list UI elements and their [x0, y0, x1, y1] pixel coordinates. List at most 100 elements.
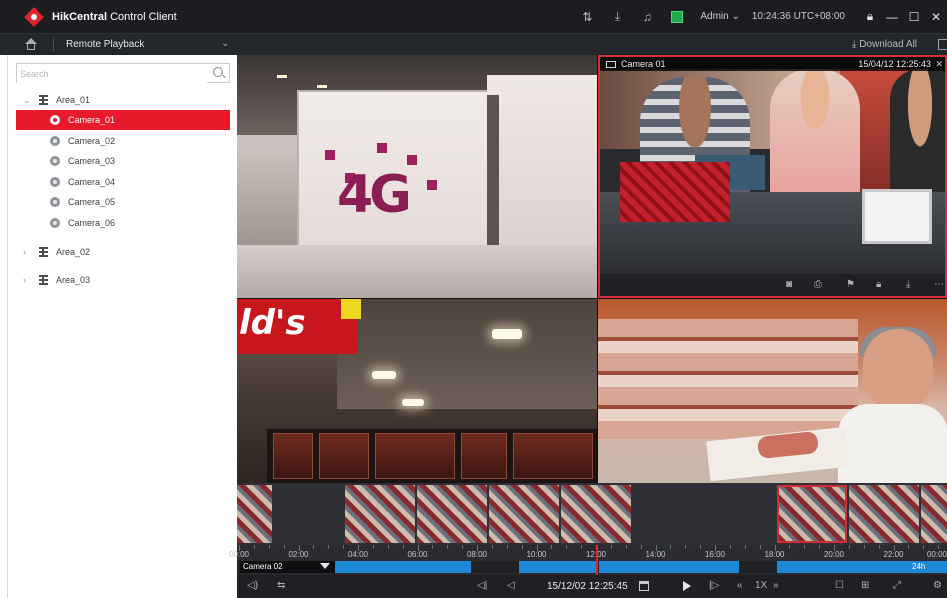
tree-camera-02[interactable]: Camera_02: [8, 131, 237, 151]
volume-icon[interactable]: ◁): [247, 580, 258, 591]
frame-back-icon[interactable]: ◁: [507, 580, 515, 591]
close-icon[interactable]: ✕: [925, 10, 947, 24]
playback-datetime[interactable]: 15/12/02 12:25:45: [547, 581, 628, 592]
area-icon: [39, 275, 48, 285]
left-edge: [0, 55, 8, 598]
speed-up-icon[interactable]: »: [773, 580, 779, 591]
tile-caption: Camera 01 15/04/12 12:25:43 ✕: [600, 57, 945, 71]
chevron-right-icon[interactable]: ›: [23, 247, 33, 257]
thumbnail[interactable]: [489, 485, 559, 543]
print-icon[interactable]: ⎙: [814, 279, 822, 290]
tree-camera-01[interactable]: Camera_01: [16, 110, 230, 130]
search-icon[interactable]: [213, 67, 223, 77]
picture-icon[interactable]: [669, 9, 685, 25]
thumbnail[interactable]: [237, 485, 272, 543]
chevron-down-icon[interactable]: ⌄: [23, 95, 33, 106]
ruler-tick: [402, 545, 404, 549]
recording-band[interactable]: [237, 561, 947, 573]
camera-label: Camera_05: [68, 197, 116, 207]
time-ruler[interactable]: 00:0002:0004:0006:0008:0010:0012:0014:00…: [229, 545, 947, 561]
camera-icon: [50, 136, 60, 146]
hour-label: 16:00: [704, 550, 726, 559]
shopping-basket: [620, 162, 730, 222]
thumbnail-strip[interactable]: [237, 483, 947, 545]
recording-segment[interactable]: [335, 561, 471, 573]
area-label: Area_03: [56, 275, 91, 285]
ruler-tick: [938, 545, 940, 549]
tree-camera-03[interactable]: Camera_03: [8, 151, 237, 171]
thumbnail[interactable]: [849, 485, 919, 543]
camera-icon: [50, 156, 60, 166]
recording-segment[interactable]: [519, 561, 597, 573]
menu-panel: [273, 433, 313, 479]
camera-icon: [50, 218, 60, 228]
slow-down-icon[interactable]: «: [737, 580, 743, 591]
hour-label: 00:00: [926, 550, 947, 559]
tree-camera-04[interactable]: Camera_04: [8, 172, 237, 192]
camera-icon[interactable]: ◙: [786, 279, 792, 290]
frame-forward-icon[interactable]: |▷: [709, 580, 719, 591]
download-all-button[interactable]: ⤓ Download All: [852, 39, 917, 50]
download-icon[interactable]: ⤓: [609, 9, 625, 25]
play-icon[interactable]: [683, 581, 691, 591]
search-input[interactable]: [17, 65, 207, 83]
settings-icon[interactable]: ⚙: [933, 580, 942, 591]
hour-label: 02:00: [288, 550, 309, 559]
ceiling-lamp: [492, 329, 522, 339]
fullscreen-icon[interactable]: ⤢: [893, 580, 901, 591]
playhead[interactable]: [596, 545, 598, 575]
ruler-tick: [298, 545, 300, 551]
sort-icon[interactable]: ⇅: [579, 9, 595, 25]
ruler-tick: [670, 545, 672, 549]
layout-icon[interactable]: ⊞: [861, 580, 869, 591]
ruler-tick: [729, 545, 731, 549]
window-icon[interactable]: ☐: [835, 580, 844, 591]
calendar-icon[interactable]: [639, 581, 649, 591]
filter-icon[interactable]: [320, 563, 330, 569]
tree-area-01[interactable]: ⌄ Area_01: [8, 90, 237, 110]
tree-area-02[interactable]: › Area_02: [8, 242, 237, 262]
maximize-icon[interactable]: ☐: [903, 10, 925, 24]
range-selector[interactable]: 24h: [910, 561, 947, 573]
user-menu[interactable]: Admin ⌄: [700, 11, 740, 22]
thumbnail-selected[interactable]: [777, 485, 847, 543]
camera-icon: [606, 60, 616, 68]
tile-timestamp: 15/04/12 12:25:43: [858, 59, 931, 69]
lock-icon[interactable]: 🔒︎: [859, 9, 881, 24]
stop-icon[interactable]: ◁|: [477, 580, 487, 591]
tree-camera-06[interactable]: Camera_06: [8, 213, 237, 233]
thumbnail[interactable]: [417, 485, 487, 543]
recording-segment[interactable]: [599, 561, 739, 573]
video-tile-2-selected[interactable]: Camera 01 15/04/12 12:25:43 ✕ ◙ ⎙ ⚑ 🔒︎ ⤓…: [598, 55, 947, 298]
ruler-tick: [923, 545, 925, 549]
module-selector[interactable]: Remote Playback: [66, 39, 144, 50]
video-tile-4[interactable]: [598, 299, 947, 483]
scene-person: [770, 69, 860, 199]
lock-icon[interactable]: 🔒︎: [876, 279, 881, 290]
chevron-right-icon[interactable]: ›: [23, 275, 33, 285]
thumbnail[interactable]: [345, 485, 415, 543]
hour-label: 10:00: [526, 550, 547, 559]
recording-segment[interactable]: [777, 561, 910, 573]
home-icon[interactable]: [24, 38, 38, 51]
tile-toolbar: ◙ ⎙ ⚑ 🔒︎ ⤓ ⋯: [600, 274, 945, 296]
bell-icon[interactable]: ♫: [639, 9, 655, 25]
tree-area-03[interactable]: › Area_03: [8, 270, 237, 290]
thumbnail[interactable]: [561, 485, 631, 543]
tree-camera-05[interactable]: Camera_05: [8, 192, 237, 212]
export-icon[interactable]: [938, 39, 947, 50]
minimize-icon[interactable]: —: [881, 10, 903, 24]
download-icon[interactable]: ⤓: [906, 279, 910, 290]
scene-person: [890, 69, 945, 209]
chevron-down-icon[interactable]: ⌄: [221, 38, 229, 49]
bookmark-icon[interactable]: ⚑: [846, 279, 855, 290]
settings-sliders-icon[interactable]: ⇆: [277, 580, 285, 591]
playback-timeline: 00:0002:0004:0006:0008:0010:0012:0014:00…: [229, 483, 947, 598]
thumbnail[interactable]: [921, 485, 947, 543]
ruler-tick: [521, 545, 523, 549]
video-tile-3[interactable]: ld's: [237, 299, 597, 483]
video-tile-1[interactable]: 4G: [237, 55, 597, 298]
more-icon[interactable]: ⋯: [934, 279, 944, 290]
ruler-tick: [908, 545, 910, 549]
close-icon[interactable]: ✕: [935, 59, 943, 70]
